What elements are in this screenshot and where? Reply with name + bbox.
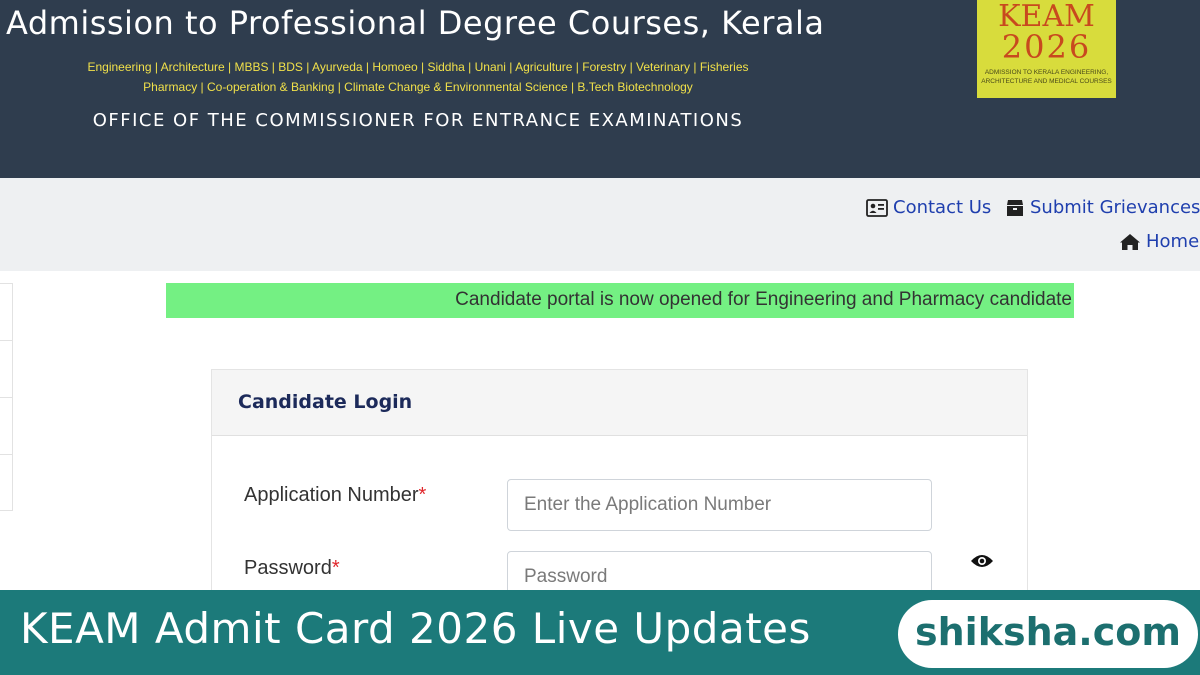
password-label: Password* — [244, 557, 340, 580]
top-nav: Contact Us Submit Grievances Home — [0, 178, 1200, 271]
courses-list-line-1: Engineering | Architecture | MBBS | BDS … — [87, 60, 749, 74]
office-name: OFFICE OF THE COMMISSIONER FOR ENTRANCE … — [92, 110, 744, 131]
courses-list-line-2: Pharmacy | Co-operation & Banking | Clim… — [143, 80, 693, 94]
menu-divider — [0, 454, 12, 455]
box-icon — [1005, 198, 1025, 218]
brand-badge: shiksha.com — [898, 600, 1198, 668]
banner-text: KEAM Admit Card 2026 Live Updates — [20, 604, 811, 653]
announcement-bar: Candidate portal is now opened for Engin… — [166, 283, 1074, 318]
submit-grievances-link[interactable]: Submit Grievances — [1005, 197, 1200, 218]
required-mark: * — [418, 484, 427, 506]
contact-us-label: Contact Us — [893, 197, 992, 218]
brand-text: shiksha.com — [915, 610, 1181, 654]
application-number-label-text: Application Number — [244, 484, 419, 506]
card-title: Candidate Login — [238, 391, 413, 413]
id-card-icon — [866, 198, 888, 217]
home-label: Home — [1146, 231, 1200, 252]
submit-grievances-label: Submit Grievances — [1030, 197, 1200, 218]
home-link[interactable]: Home — [1119, 231, 1199, 252]
password-label-text: Password — [244, 557, 332, 579]
card-header: Candidate Login — [212, 370, 1027, 436]
site-header: Admission to Professional Degree Courses… — [0, 0, 1200, 178]
logo-subtitle: ADMISSION TO KERALA ENGINEERING, ARCHITE… — [981, 69, 1112, 85]
announcement-text: Candidate portal is now opened for Engin… — [455, 289, 1072, 310]
left-menu-panel — [0, 283, 13, 511]
site-title: Admission to Professional Degree Courses… — [6, 4, 825, 42]
home-icon — [1119, 233, 1141, 251]
menu-divider — [0, 340, 12, 341]
menu-divider — [0, 397, 12, 398]
application-number-input[interactable] — [507, 479, 932, 531]
logo-year: 2026 — [1001, 28, 1092, 66]
eye-icon[interactable] — [970, 553, 994, 569]
candidate-login-card: Candidate Login Application Number* Pass… — [211, 369, 1028, 609]
contact-us-link[interactable]: Contact Us — [866, 197, 991, 218]
required-mark: * — [331, 557, 340, 579]
keam-logo: KEAM 2026 ADMISSION TO KERALA ENGINEERIN… — [977, 0, 1116, 98]
application-number-label: Application Number* — [244, 484, 426, 507]
live-updates-banner: KEAM Admit Card 2026 Live Updates shiksh… — [0, 590, 1200, 675]
